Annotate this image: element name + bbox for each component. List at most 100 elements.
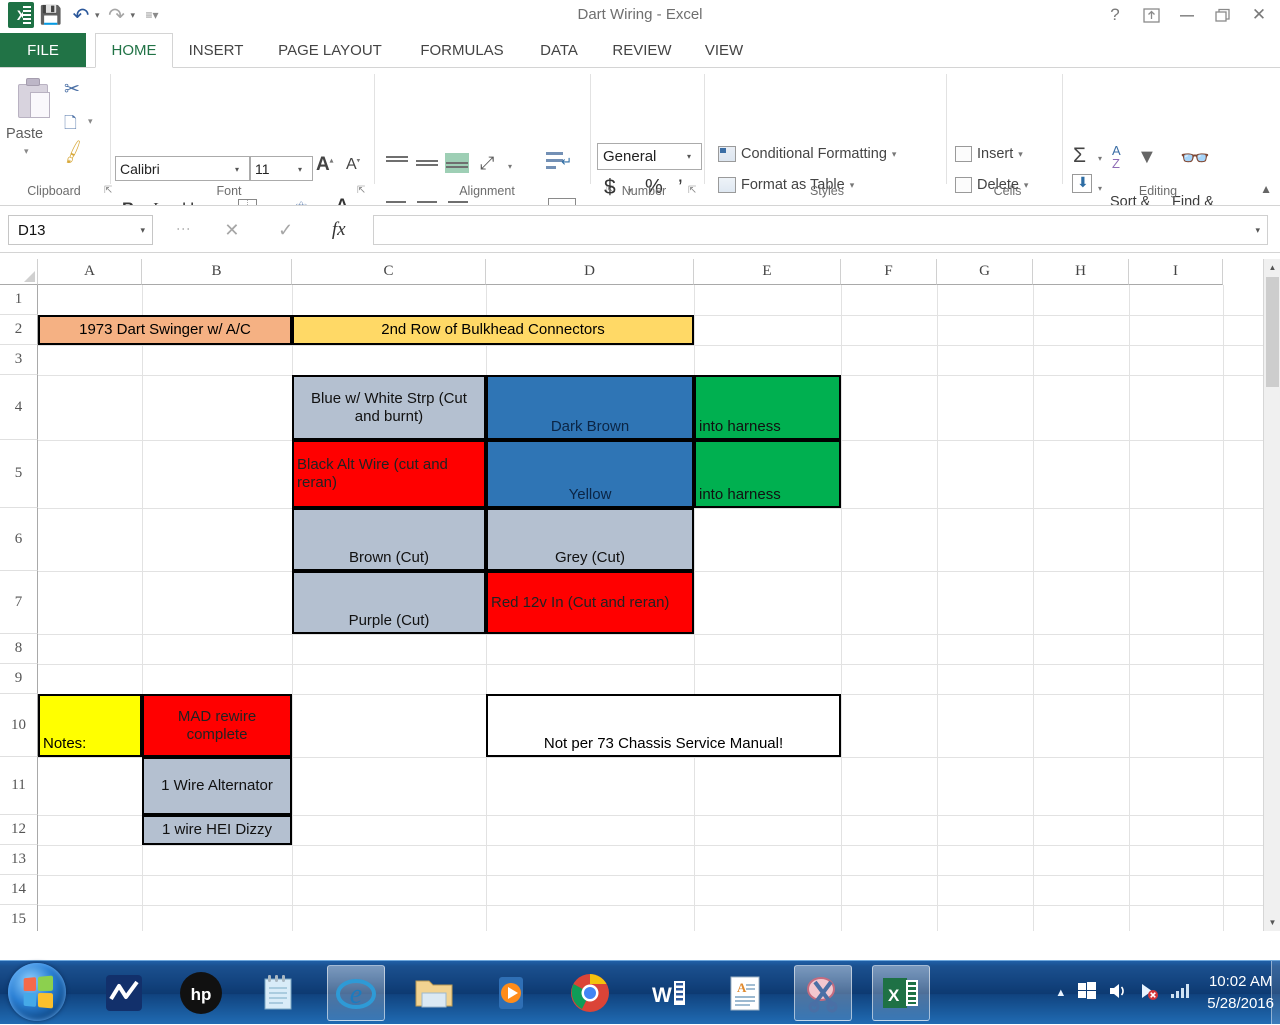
cancel-formula-icon[interactable]: ✕ bbox=[224, 220, 239, 241]
signal-bars-icon[interactable] bbox=[1170, 983, 1190, 1004]
collapse-ribbon-icon[interactable]: ▲ bbox=[1260, 182, 1272, 196]
align-bottom-icon[interactable] bbox=[445, 153, 469, 173]
conditional-formatting-button[interactable]: Conditional Formatting ▾ bbox=[718, 146, 896, 162]
text-orientation-icon[interactable]: ⤢ bbox=[480, 153, 494, 174]
taskbar-file-explorer-icon[interactable] bbox=[405, 965, 463, 1021]
vertical-scroll-thumb[interactable] bbox=[1266, 277, 1279, 387]
taskbar-stocks-app-icon[interactable] bbox=[95, 965, 153, 1021]
scissors-icon[interactable]: ✂ bbox=[64, 78, 80, 101]
row-header-3[interactable]: 3 bbox=[0, 345, 38, 375]
cell-a10[interactable]: Notes: bbox=[38, 694, 142, 757]
cell-c6[interactable]: Brown (Cut) bbox=[292, 508, 486, 571]
show-desktop-button[interactable] bbox=[1271, 961, 1280, 1025]
row-header-8[interactable]: 8 bbox=[0, 634, 38, 664]
help-icon[interactable]: ? bbox=[1104, 4, 1126, 26]
grow-font-icon[interactable]: A▴ bbox=[316, 154, 333, 176]
column-header-f[interactable]: F bbox=[841, 259, 937, 285]
tab-file[interactable]: FILE bbox=[0, 33, 86, 68]
taskbar-google-chrome-icon[interactable] bbox=[561, 965, 619, 1021]
insert-cells-button[interactable]: Insert ▾ bbox=[955, 146, 1023, 162]
tab-insert[interactable]: INSERT bbox=[178, 33, 254, 68]
row-header-12[interactable]: 12 bbox=[0, 815, 38, 845]
format-painter-icon[interactable]: 🖌 bbox=[59, 139, 88, 167]
row-header-13[interactable]: 13 bbox=[0, 845, 38, 875]
tab-review[interactable]: REVIEW bbox=[598, 33, 686, 68]
cell-b10[interactable]: MAD rewire complete bbox=[142, 694, 292, 757]
scroll-up-icon[interactable]: ▲ bbox=[1264, 259, 1280, 276]
row-header-11[interactable]: 11 bbox=[0, 757, 38, 815]
tab-page-layout[interactable]: PAGE LAYOUT bbox=[258, 33, 402, 68]
row-header-4[interactable]: 4 bbox=[0, 375, 38, 440]
row-header-10[interactable]: 10 bbox=[0, 694, 38, 757]
cell-c5[interactable]: Black Alt Wire (cut and reran) bbox=[292, 440, 486, 508]
scroll-down-icon[interactable]: ▼ bbox=[1264, 914, 1280, 931]
taskbar-windows-media-player-icon[interactable] bbox=[483, 965, 541, 1021]
row-header-2[interactable]: 2 bbox=[0, 315, 38, 345]
insert-function-icon[interactable]: fx bbox=[332, 219, 346, 241]
taskbar-hp-support-icon[interactable]: hp bbox=[172, 965, 230, 1021]
show-hidden-icons-arrow-icon[interactable]: ▲ bbox=[1055, 987, 1066, 999]
minimize-button[interactable] bbox=[1176, 4, 1198, 26]
ribbon-display-options-icon[interactable] bbox=[1140, 4, 1162, 26]
column-header-c[interactable]: C bbox=[292, 259, 486, 285]
chevron-down-icon[interactable]: ▾ bbox=[892, 149, 897, 160]
align-middle-icon[interactable] bbox=[416, 155, 438, 171]
formula-input[interactable]: ▾ bbox=[373, 215, 1268, 245]
select-all-corner[interactable] bbox=[0, 259, 38, 285]
font-name-input[interactable]: Calibri bbox=[115, 156, 250, 181]
column-header-i[interactable]: I bbox=[1129, 259, 1223, 285]
taskbar-internet-explorer-icon[interactable]: e bbox=[327, 965, 385, 1021]
copy-icon[interactable]: 🗋 bbox=[64, 112, 77, 139]
tab-view[interactable]: VIEW bbox=[690, 33, 758, 68]
paste-dropdown-icon[interactable]: ▾ bbox=[24, 146, 29, 157]
orientation-dropdown-icon[interactable]: ▾ bbox=[508, 162, 512, 171]
expand-formula-bar-icon[interactable]: ▾ bbox=[1255, 225, 1260, 236]
clipboard-dialog-launcher[interactable]: ⇱ bbox=[104, 185, 112, 196]
column-header-b[interactable]: B bbox=[142, 259, 292, 285]
row-header-15[interactable]: 15 bbox=[0, 905, 38, 931]
row-header-1[interactable]: 1 bbox=[0, 285, 38, 315]
cell-a2[interactable]: 1973 Dart Swinger w/ A/C bbox=[38, 315, 292, 345]
column-header-e[interactable]: E bbox=[694, 259, 841, 285]
tab-home[interactable]: HOME bbox=[95, 33, 173, 68]
windows-update-icon[interactable] bbox=[1077, 981, 1097, 1006]
wrap-text-icon[interactable]: ↵ bbox=[546, 150, 572, 176]
cell-b11[interactable]: 1 Wire Alternator bbox=[142, 757, 292, 815]
row-header-6[interactable]: 6 bbox=[0, 508, 38, 571]
cell-d10[interactable]: Not per 73 Chassis Service Manual! bbox=[486, 694, 841, 757]
chevron-down-icon[interactable]: ▾ bbox=[1018, 149, 1023, 160]
row-header-5[interactable]: 5 bbox=[0, 440, 38, 508]
column-header-d[interactable]: D bbox=[486, 259, 694, 285]
taskbar-wordpad-icon[interactable]: A bbox=[716, 965, 774, 1021]
cell-e5[interactable]: into harness bbox=[694, 440, 841, 508]
font-dialog-launcher[interactable]: ⇱ bbox=[357, 185, 365, 196]
cell-b12[interactable]: 1 wire HEI Dizzy bbox=[142, 815, 292, 845]
tab-data[interactable]: DATA bbox=[524, 33, 594, 68]
column-header-a[interactable]: A bbox=[38, 259, 142, 285]
windows-start-orb-icon[interactable] bbox=[8, 963, 66, 1021]
row-header-7[interactable]: 7 bbox=[0, 571, 38, 634]
copy-dropdown-icon[interactable]: ▾ bbox=[88, 116, 93, 127]
autosum-dropdown-icon[interactable]: ▾ bbox=[1098, 154, 1102, 163]
taskbar-microsoft-word-icon[interactable]: W bbox=[639, 965, 697, 1021]
name-box[interactable]: D13 ▾ bbox=[8, 215, 153, 245]
cell-d6[interactable]: Grey (Cut) bbox=[486, 508, 694, 571]
cell-c4[interactable]: Blue w/ White Strp (Cut and burnt) bbox=[292, 375, 486, 440]
taskbar-snipping-tool-icon[interactable] bbox=[794, 965, 852, 1021]
row-header-14[interactable]: 14 bbox=[0, 875, 38, 905]
taskbar-microsoft-excel-icon[interactable]: X bbox=[872, 965, 930, 1021]
align-top-icon[interactable] bbox=[386, 155, 408, 171]
taskbar-clock[interactable]: 10:02 AM 5/28/2016 bbox=[1207, 971, 1274, 1015]
volume-icon[interactable] bbox=[1108, 982, 1128, 1005]
column-header-h[interactable]: H bbox=[1033, 259, 1129, 285]
tab-formulas[interactable]: FORMULAS bbox=[404, 33, 520, 68]
autosum-icon[interactable]: Σ bbox=[1073, 144, 1086, 168]
cell-d7[interactable]: Red 12v In (Cut and reran) bbox=[486, 571, 694, 634]
cell-c2[interactable]: 2nd Row of Bulkhead Connectors bbox=[292, 315, 694, 345]
enter-formula-icon[interactable]: ✓ bbox=[278, 220, 293, 241]
restore-button[interactable] bbox=[1212, 4, 1234, 26]
paste-button[interactable] bbox=[14, 78, 54, 124]
name-box-dropdown-icon[interactable]: ▾ bbox=[140, 225, 145, 236]
shrink-font-icon[interactable]: A▾ bbox=[346, 156, 360, 174]
cell-d5[interactable]: Yellow bbox=[486, 440, 694, 508]
